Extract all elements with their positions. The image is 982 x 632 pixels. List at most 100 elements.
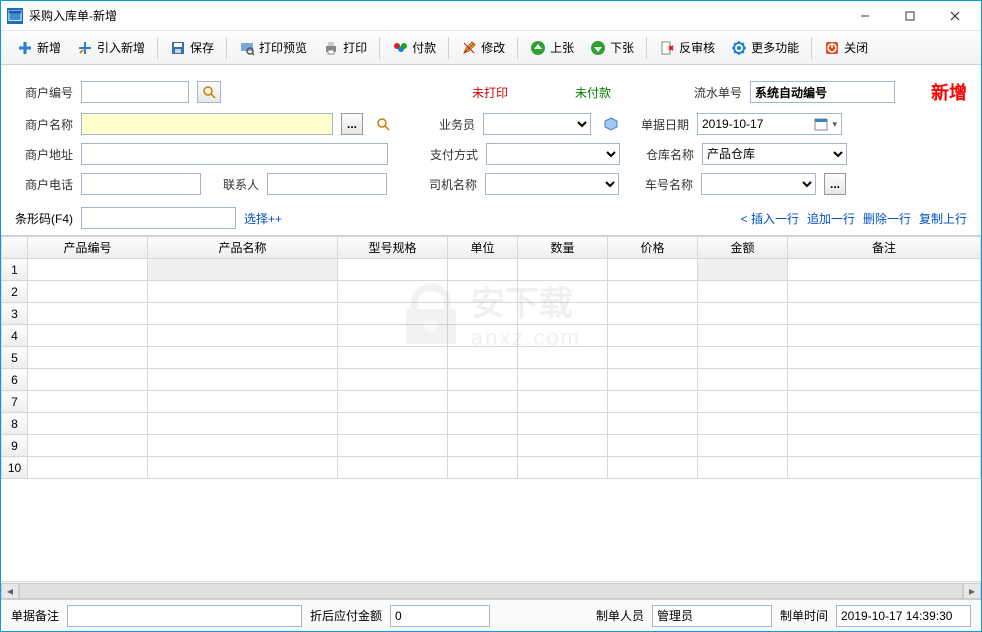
scroll-right-icon[interactable]: ▸ xyxy=(963,583,981,599)
cell[interactable] xyxy=(448,435,518,457)
merchant-name-lookup-button[interactable] xyxy=(371,113,395,135)
car-more-button[interactable]: ... xyxy=(824,173,846,195)
cell[interactable] xyxy=(28,325,148,347)
column-header[interactable]: 产品名称 xyxy=(148,237,338,259)
cell[interactable] xyxy=(338,457,448,479)
cell[interactable] xyxy=(28,413,148,435)
cell[interactable] xyxy=(608,457,698,479)
next-button[interactable]: 下张 xyxy=(584,36,640,59)
column-header[interactable]: 产品编号 xyxy=(28,237,148,259)
cell[interactable] xyxy=(518,303,608,325)
cell[interactable] xyxy=(338,325,448,347)
row-header[interactable]: 3 xyxy=(2,303,28,325)
cell[interactable] xyxy=(448,259,518,281)
modify-button[interactable]: 修改 xyxy=(455,36,511,59)
table-row[interactable]: 5 xyxy=(2,347,981,369)
cell[interactable] xyxy=(148,303,338,325)
merchant-no-input[interactable] xyxy=(81,81,189,103)
cell[interactable] xyxy=(148,457,338,479)
cell[interactable] xyxy=(28,391,148,413)
creator-input[interactable] xyxy=(652,605,772,627)
cell[interactable] xyxy=(698,391,788,413)
cell[interactable] xyxy=(148,281,338,303)
print-preview-button[interactable]: 打印预览 xyxy=(233,36,313,59)
salesman-extra-button[interactable] xyxy=(599,113,623,135)
grid[interactable]: 安下载 anxz.com 产品编号产品名称型号规格单位数量价格金额备注 1234… xyxy=(1,235,981,581)
discount-input[interactable] xyxy=(390,605,490,627)
cell[interactable] xyxy=(698,303,788,325)
cell[interactable] xyxy=(148,413,338,435)
cell[interactable] xyxy=(608,325,698,347)
cell[interactable] xyxy=(788,369,981,391)
cell[interactable] xyxy=(28,435,148,457)
cell[interactable] xyxy=(608,369,698,391)
merchant-name-more-button[interactable]: ... xyxy=(341,113,363,135)
cell[interactable] xyxy=(788,435,981,457)
cell[interactable] xyxy=(698,259,788,281)
cell[interactable] xyxy=(448,281,518,303)
insert-row-link[interactable]: < 插入一行 xyxy=(741,210,799,227)
cell[interactable] xyxy=(338,369,448,391)
row-header[interactable]: 7 xyxy=(2,391,28,413)
horizontal-scrollbar[interactable]: ◂ ▸ xyxy=(1,581,981,599)
cell[interactable] xyxy=(28,281,148,303)
minimize-button[interactable] xyxy=(842,2,887,30)
more-button[interactable]: 更多功能 xyxy=(725,36,805,59)
table-row[interactable]: 3 xyxy=(2,303,981,325)
cell[interactable] xyxy=(788,413,981,435)
cell[interactable] xyxy=(338,281,448,303)
delete-row-link[interactable]: 删除一行 xyxy=(863,210,911,227)
cell[interactable] xyxy=(338,347,448,369)
cell[interactable] xyxy=(698,413,788,435)
cell[interactable] xyxy=(698,281,788,303)
salesman-select[interactable] xyxy=(483,113,591,135)
cell[interactable] xyxy=(448,325,518,347)
cell[interactable] xyxy=(518,281,608,303)
cell[interactable] xyxy=(448,303,518,325)
cell[interactable] xyxy=(788,259,981,281)
cell[interactable] xyxy=(338,391,448,413)
cell[interactable] xyxy=(28,347,148,369)
cell[interactable] xyxy=(448,369,518,391)
cell[interactable] xyxy=(788,303,981,325)
cell[interactable] xyxy=(788,281,981,303)
table-row[interactable]: 6 xyxy=(2,369,981,391)
table-row[interactable]: 2 xyxy=(2,281,981,303)
column-header[interactable]: 金额 xyxy=(698,237,788,259)
row-header[interactable]: 9 xyxy=(2,435,28,457)
cell[interactable] xyxy=(148,325,338,347)
cell[interactable] xyxy=(338,259,448,281)
cell[interactable] xyxy=(448,347,518,369)
cell[interactable] xyxy=(518,347,608,369)
cell[interactable] xyxy=(518,435,608,457)
cell[interactable] xyxy=(608,281,698,303)
cell[interactable] xyxy=(338,413,448,435)
cell[interactable] xyxy=(518,391,608,413)
warehouse-select[interactable]: 产品仓库 xyxy=(702,143,847,165)
table-row[interactable]: 10 xyxy=(2,457,981,479)
column-header[interactable]: 单位 xyxy=(448,237,518,259)
cell[interactable] xyxy=(698,347,788,369)
column-header[interactable]: 数量 xyxy=(518,237,608,259)
row-header[interactable]: 10 xyxy=(2,457,28,479)
cell[interactable] xyxy=(608,435,698,457)
cell[interactable] xyxy=(698,457,788,479)
contact-input[interactable] xyxy=(267,173,387,195)
column-header[interactable]: 型号规格 xyxy=(338,237,448,259)
cell[interactable] xyxy=(148,259,338,281)
cell[interactable] xyxy=(788,325,981,347)
remark-input[interactable] xyxy=(67,605,302,627)
cell[interactable] xyxy=(518,457,608,479)
merchant-no-lookup-button[interactable] xyxy=(197,81,221,103)
merchant-addr-input[interactable] xyxy=(81,143,388,165)
cell[interactable] xyxy=(28,303,148,325)
table-row[interactable]: 7 xyxy=(2,391,981,413)
pay-button[interactable]: 付款 xyxy=(386,36,442,59)
save-button[interactable]: 保存 xyxy=(164,36,220,59)
close-button[interactable]: 关闭 xyxy=(818,36,874,59)
scroll-left-icon[interactable]: ◂ xyxy=(1,583,19,599)
table-row[interactable]: 1 xyxy=(2,259,981,281)
cell[interactable] xyxy=(608,303,698,325)
cell[interactable] xyxy=(788,391,981,413)
cell[interactable] xyxy=(518,369,608,391)
